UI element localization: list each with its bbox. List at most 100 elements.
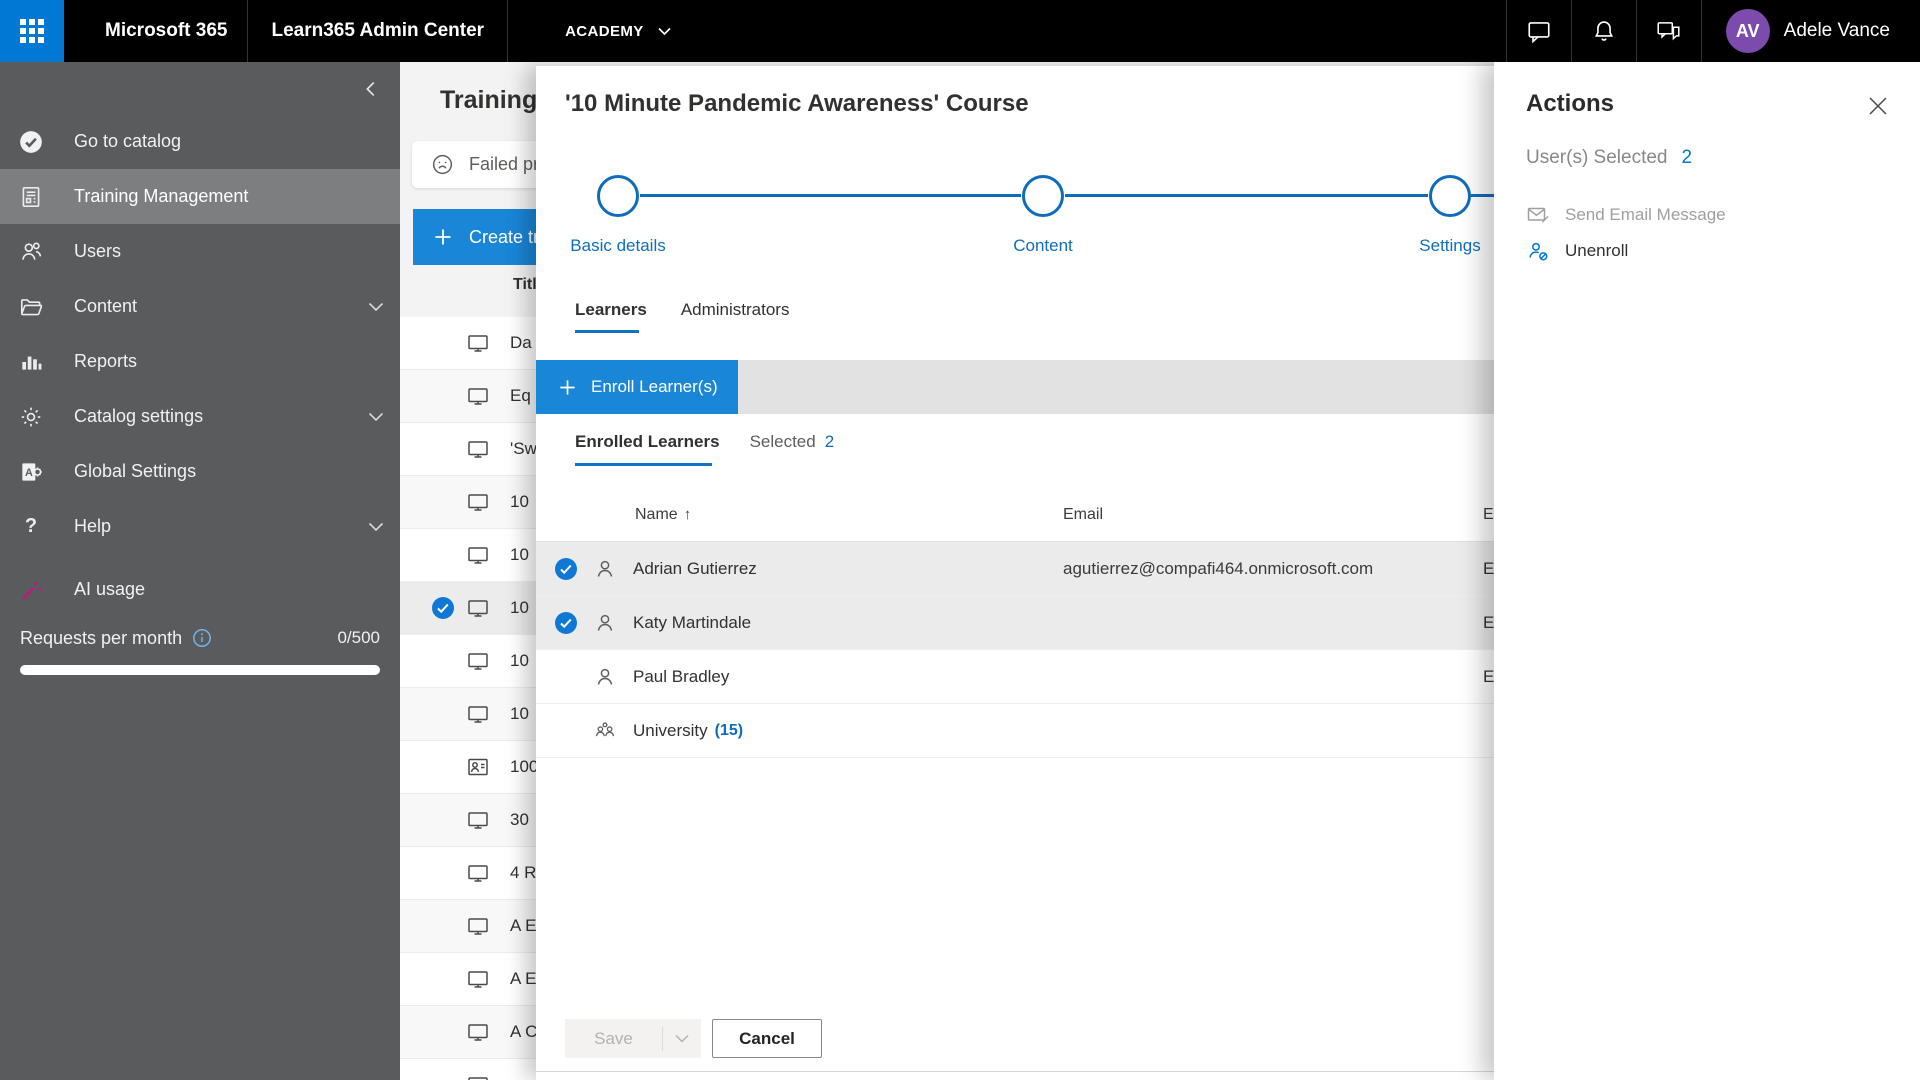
monitor-icon [468, 653, 488, 670]
truncated-cell: E [1483, 612, 1495, 632]
sidebar-item-label: Help [74, 516, 112, 536]
sidebar-item[interactable]: Catalog settings [0, 389, 400, 444]
app-launcher-button[interactable] [0, 0, 64, 62]
course-type-icon [466, 596, 490, 620]
row-checkbox[interactable] [555, 557, 577, 580]
save-options-button[interactable] [663, 1019, 701, 1058]
tab-learners[interactable]: Learners [575, 300, 647, 320]
enroll-learners-button[interactable]: Enroll Learner(s) [536, 360, 738, 414]
course-type-icon [466, 543, 490, 567]
course-type-icon [466, 1020, 490, 1044]
learner-email: agutierrez@compafi464.onmicrosoft.com [1063, 558, 1374, 578]
training-row-title: 'Sw [510, 439, 537, 458]
step-content-circle[interactable] [1022, 175, 1064, 217]
training-row-title: 10 [510, 492, 529, 511]
sidebar-item-label: Go to catalog [74, 131, 182, 151]
learner-name: Paul Bradley [633, 666, 730, 686]
course-type-icon [466, 331, 490, 355]
sidebar-item-icon [18, 129, 44, 155]
course-type-icon [466, 755, 490, 779]
course-title: '10 Minute Pandemic Awareness' Course [565, 90, 1029, 117]
app-title: Learn365 Admin Center [271, 20, 485, 41]
learner-type-icon [593, 719, 617, 743]
feedback-button[interactable] [1637, 0, 1701, 62]
name-column-header[interactable]: Name ↑ [635, 506, 691, 524]
learner-type-icon [593, 665, 617, 689]
title-column-header[interactable]: Titl [513, 276, 537, 294]
learner-name: Katy Martindale [633, 612, 752, 632]
subtab-selected[interactable]: Selected 2 [750, 432, 835, 452]
monitor-icon [468, 812, 488, 829]
step-basic-details-label[interactable]: Basic details [570, 236, 665, 256]
plus-icon [435, 229, 451, 245]
notifications-button[interactable] [1572, 0, 1636, 62]
training-row-title: Da [510, 333, 532, 352]
step-basic-details-circle[interactable] [597, 175, 639, 217]
save-label: Save [594, 1028, 633, 1048]
tenant-dropdown[interactable]: ACADEMY [565, 23, 671, 40]
enroll-learners-label: Enroll Learner(s) [591, 377, 718, 396]
sidebar-item-ai-usage[interactable]: AI usage [0, 562, 400, 617]
requests-row: Requests per month 0/500 [0, 627, 400, 649]
requests-label: Requests per month [20, 627, 183, 648]
sidebar-item[interactable]: Reports [0, 334, 400, 389]
sidebar-item-icon [18, 349, 44, 375]
avatar[interactable]: AV [1725, 9, 1770, 53]
topbar-divider [1700, 0, 1702, 62]
suite-header: Microsoft 365 Learn365 Admin Center ACAD… [0, 0, 1920, 62]
user-name: Adele Vance [1783, 20, 1890, 41]
training-row-title: 100 [510, 757, 539, 776]
sidebar-item-label: Catalog settings [74, 406, 204, 426]
product-title: Microsoft 365 [105, 20, 228, 41]
sidebar-item[interactable]: A Global Settings [0, 444, 400, 499]
sidebar-item-label: Content [74, 296, 138, 316]
row-selected-check-icon[interactable] [432, 597, 454, 619]
sidebar-item-icon [18, 184, 44, 210]
stepper-line [640, 194, 1021, 197]
training-row-title: A C [510, 1022, 538, 1041]
sidebar-item[interactable]: Content [0, 279, 400, 334]
close-panel-button[interactable] [1866, 94, 1890, 118]
truncated-cell: E [1483, 666, 1495, 686]
chat-button[interactable] [1507, 0, 1571, 62]
row-checkbox[interactable] [555, 611, 577, 634]
learner-type-icon [593, 557, 617, 581]
monitor-icon [468, 441, 488, 458]
sidebar-item[interactable]: Go to catalog [0, 114, 400, 169]
chevron-down-icon [675, 1034, 689, 1043]
sidebar-item[interactable]: Training Management [0, 169, 400, 224]
info-icon[interactable] [192, 628, 212, 648]
cancel-button[interactable]: Cancel [712, 1019, 822, 1058]
sidebar-collapse-button[interactable] [358, 76, 384, 102]
sidebar-item-icon: ? [18, 514, 44, 540]
sidebar-item[interactable]: ? Help [0, 499, 400, 554]
tenant-name: ACADEMY [565, 22, 644, 40]
course-type-icon [466, 1073, 490, 1080]
step-settings-label[interactable]: Settings [1419, 236, 1480, 256]
step-settings-circle[interactable] [1429, 175, 1471, 217]
person-card-icon [468, 758, 488, 776]
email-icon [1527, 207, 1549, 223]
monitor-icon [468, 1077, 488, 1080]
sidebar-item[interactable]: Users [0, 224, 400, 279]
training-row-title: A E [510, 969, 537, 988]
monitor-icon [468, 1024, 488, 1041]
sidebar-item-icon [18, 294, 44, 320]
actions-title: Actions [1526, 90, 1615, 117]
email-column-header[interactable]: Email [1063, 506, 1103, 524]
sidebar: Go to catalog Training Management Users … [0, 62, 400, 1080]
truncated-cell: E [1483, 558, 1495, 578]
monitor-icon [468, 918, 488, 935]
active-tab-underline [575, 330, 639, 333]
tab-administrators[interactable]: Administrators [681, 300, 790, 320]
training-row-title: 10 [510, 704, 529, 723]
unenroll-icon [1529, 242, 1548, 261]
send-email-action[interactable]: Send Email Message [1526, 203, 1726, 227]
subtab-enrolled-learners[interactable]: Enrolled Learners [575, 432, 720, 452]
save-button[interactable]: Save [565, 1019, 701, 1058]
unenroll-action[interactable]: Unenroll [1526, 239, 1726, 263]
course-type-icon [466, 914, 490, 938]
step-content-label[interactable]: Content [1013, 236, 1073, 256]
sidebar-item-label: Users [74, 241, 122, 261]
chevron-down-icon [658, 27, 671, 35]
